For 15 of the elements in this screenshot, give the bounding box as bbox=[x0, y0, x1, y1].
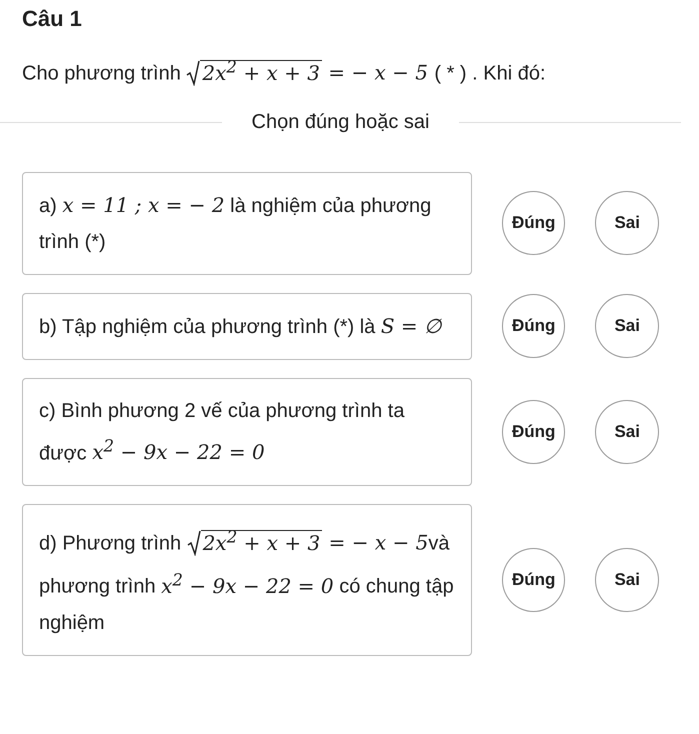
answer-option-button[interactable]: Đúng bbox=[502, 400, 566, 464]
statement-card: c) Bình phương 2 vế của phương trình ta được x$^{2}$ − 9x − 22 = 0 bbox=[22, 378, 472, 486]
answer-option-button[interactable]: Đúng bbox=[502, 294, 566, 358]
radical-sign-icon bbox=[186, 60, 200, 86]
answer-option-button[interactable]: Đúng bbox=[502, 548, 566, 612]
answer-option-button[interactable]: Sai bbox=[595, 548, 659, 612]
answer-option-button[interactable]: Sai bbox=[595, 191, 659, 256]
answer-option-button[interactable]: Đúng bbox=[502, 191, 566, 256]
statement-card: a) x = 11 ; x = − 2 là nghiệm của phương trình (*) bbox=[22, 172, 472, 275]
instruction-text: Chọn đúng hoặc sai bbox=[252, 110, 430, 134]
question-title: Câu 1 bbox=[22, 6, 83, 32]
statement-card: b) Tập nghiệm của phương trình (*) là S = ∅ bbox=[22, 292, 472, 360]
answer-option-button[interactable]: Sai bbox=[595, 400, 659, 464]
answer-option-button[interactable]: Sai bbox=[595, 294, 659, 358]
radical-sign-icon bbox=[186, 530, 201, 556]
